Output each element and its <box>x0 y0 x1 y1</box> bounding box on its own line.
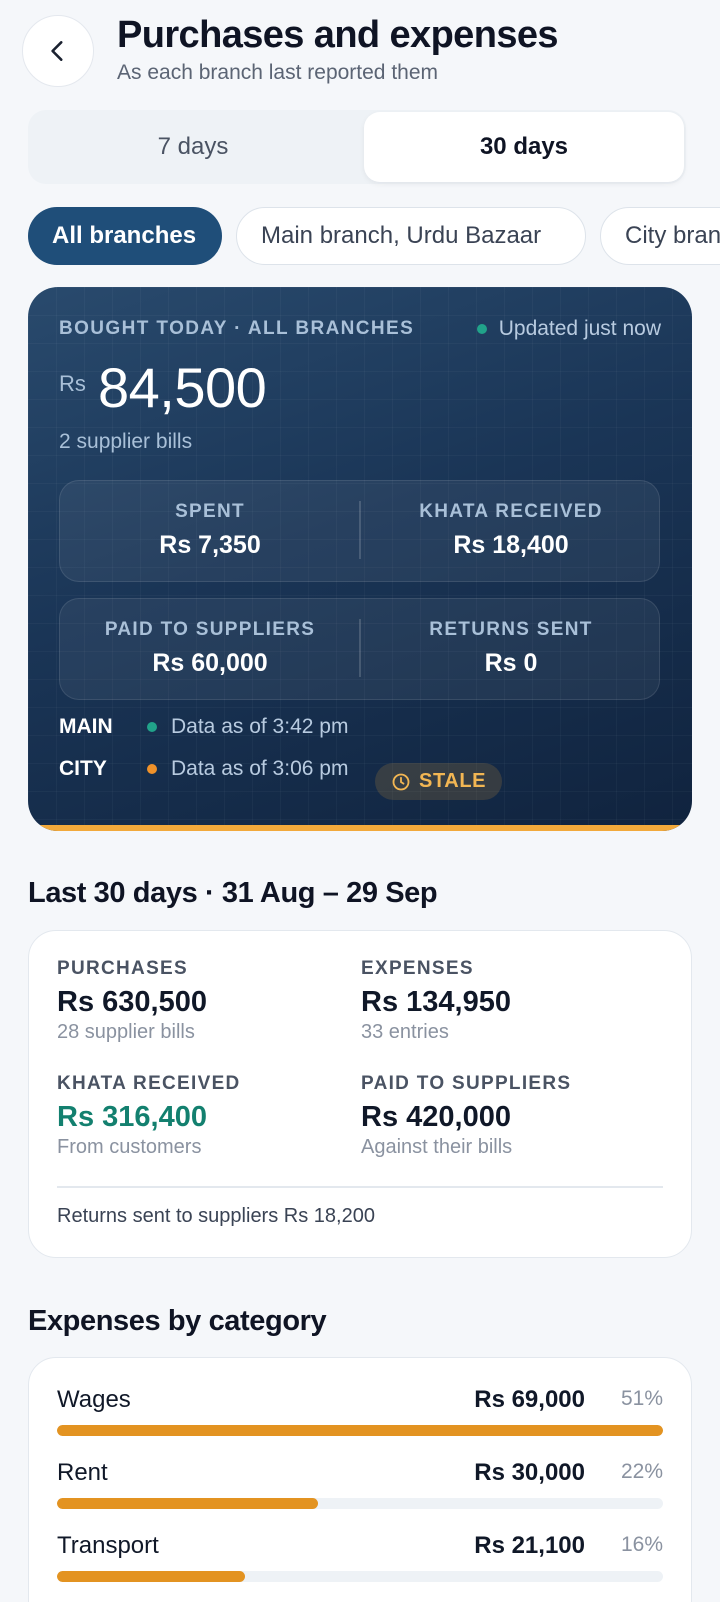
branch-name: MAIN <box>59 715 113 738</box>
today-kicker: BOUGHT TODAY · ALL BRANCHES <box>59 318 415 339</box>
summary-khata-received: KHATA RECEIVED Rs 316,400 From customers <box>57 1073 241 1159</box>
back-button[interactable] <box>22 15 94 87</box>
summary-label: PAID TO SUPPLIERS <box>361 1073 572 1094</box>
stat-value: Rs 60,000 <box>152 649 268 677</box>
page-subtitle: As each branch last reported them <box>117 61 439 84</box>
stat-box-paid-returns: PAID TO SUPPLIERS Rs 60,000 RETURNS SENT… <box>59 598 660 700</box>
status-dot-icon <box>476 324 487 334</box>
stat-value: Rs 0 <box>484 649 538 677</box>
period-summary-title: Last 30 days · 31 Aug – 29 Sep <box>28 877 438 909</box>
summary-sub: Against their bills <box>361 1136 513 1158</box>
category-amount: Rs 21,100 <box>474 1532 585 1559</box>
category-bar-track <box>57 1498 663 1509</box>
chip-main-branch[interactable]: Main branch, Urdu Bazaar <box>236 207 586 265</box>
summary-label: EXPENSES <box>361 958 474 979</box>
branch-status-city: CITY Data as of 3:06 pm <box>59 754 348 784</box>
status-dot-icon <box>147 722 157 732</box>
updated-status: Updated just now <box>476 317 661 341</box>
category-bar-fill <box>57 1498 318 1509</box>
stale-label: STALE <box>419 770 487 792</box>
summary-sub: 28 supplier bills <box>57 1021 195 1043</box>
today-amount: 84,500 <box>98 356 267 419</box>
category-row[interactable]: Wages Rs 69,000 51% <box>57 1386 663 1456</box>
summary-expenses: EXPENSES Rs 134,950 33 entries <box>361 958 511 1044</box>
chip-city-branch[interactable]: City branch <box>600 207 720 265</box>
category-row[interactable]: Rent Rs 30,000 22% <box>57 1459 663 1529</box>
branch-status-text: Data as of 3:06 pm <box>171 757 349 780</box>
category-row[interactable]: Transport Rs 21,100 16% <box>57 1532 663 1602</box>
card-accent-strip <box>28 825 692 831</box>
summary-value: Rs 316,400 <box>57 1101 207 1133</box>
clock-icon <box>392 773 410 790</box>
stat-spent: SPENT Rs 7,350 <box>60 501 360 560</box>
summary-value: Rs 420,000 <box>361 1101 511 1133</box>
period-toggle: 7 days 30 days <box>28 110 686 184</box>
category-bar-track <box>57 1425 663 1436</box>
stat-returns-sent: RETURNS SENT Rs 0 <box>361 619 661 678</box>
chevron-left-icon <box>51 41 63 61</box>
stat-khata-received: KHATA RECEIVED Rs 18,400 <box>361 501 661 560</box>
category-bar-fill <box>57 1571 245 1582</box>
stat-label: KHATA RECEIVED <box>419 501 603 522</box>
returns-summary: Returns sent to suppliers Rs 18,200 <box>57 1205 375 1227</box>
divider <box>57 1186 663 1188</box>
category-name: Wages <box>57 1386 131 1413</box>
category-percent: 22% <box>620 1460 663 1483</box>
tab-30-days[interactable]: 30 days <box>364 112 684 182</box>
summary-sub: 33 entries <box>361 1021 449 1043</box>
categories-title: Expenses by category <box>28 1305 327 1337</box>
period-summary-card: PURCHASES Rs 630,500 28 supplier bills E… <box>28 930 692 1258</box>
category-percent: 16% <box>620 1533 663 1556</box>
categories-card: Wages Rs 69,000 51% Rent Rs 30,000 22% T… <box>28 1357 692 1602</box>
stat-paid-to-suppliers: PAID TO SUPPLIERS Rs 60,000 <box>60 619 360 678</box>
category-name: Rent <box>57 1459 108 1486</box>
summary-value: Rs 630,500 <box>57 986 207 1018</box>
updated-text: Updated just now <box>498 317 661 340</box>
chip-all-branches[interactable]: All branches <box>28 207 222 265</box>
category-bar-track <box>57 1571 663 1582</box>
currency-label: Rs <box>59 371 86 396</box>
category-percent: 51% <box>620 1387 663 1410</box>
stat-value: Rs 7,350 <box>159 531 261 559</box>
stat-label: PAID TO SUPPLIERS <box>104 619 316 640</box>
branch-filter: All branches Main branch, Urdu Bazaar Ci… <box>28 207 720 267</box>
stat-value: Rs 18,400 <box>453 531 569 559</box>
branch-status-text: Data as of 3:42 pm <box>171 715 349 738</box>
category-amount: Rs 69,000 <box>474 1386 585 1413</box>
status-dot-icon <box>147 764 157 774</box>
branch-status-main: MAIN Data as of 3:42 pm <box>59 712 348 742</box>
branch-name: CITY <box>59 757 107 780</box>
category-bar-fill <box>57 1425 663 1436</box>
summary-paid-to-suppliers: PAID TO SUPPLIERS Rs 420,000 Against the… <box>361 1073 571 1159</box>
stat-box-spent-khata: SPENT Rs 7,350 KHATA RECEIVED Rs 18,400 <box>59 480 660 582</box>
stat-label: RETURNS SENT <box>429 619 593 640</box>
category-amount: Rs 30,000 <box>474 1459 585 1486</box>
stale-badge: STALE <box>375 763 503 800</box>
stat-label: SPENT <box>175 501 245 522</box>
summary-label: KHATA RECEIVED <box>57 1073 241 1094</box>
today-bills: 2 supplier bills <box>59 430 193 453</box>
summary-label: PURCHASES <box>57 958 188 979</box>
page-title: Purchases and expenses <box>117 14 559 56</box>
summary-purchases: PURCHASES Rs 630,500 28 supplier bills <box>57 958 207 1044</box>
category-name: Transport <box>57 1532 159 1559</box>
summary-value: Rs 134,950 <box>361 986 511 1018</box>
summary-sub: From customers <box>57 1136 202 1158</box>
tab-7-days[interactable]: 7 days <box>30 112 356 182</box>
today-summary-card: BOUGHT TODAY · ALL BRANCHES Updated just… <box>28 287 692 831</box>
